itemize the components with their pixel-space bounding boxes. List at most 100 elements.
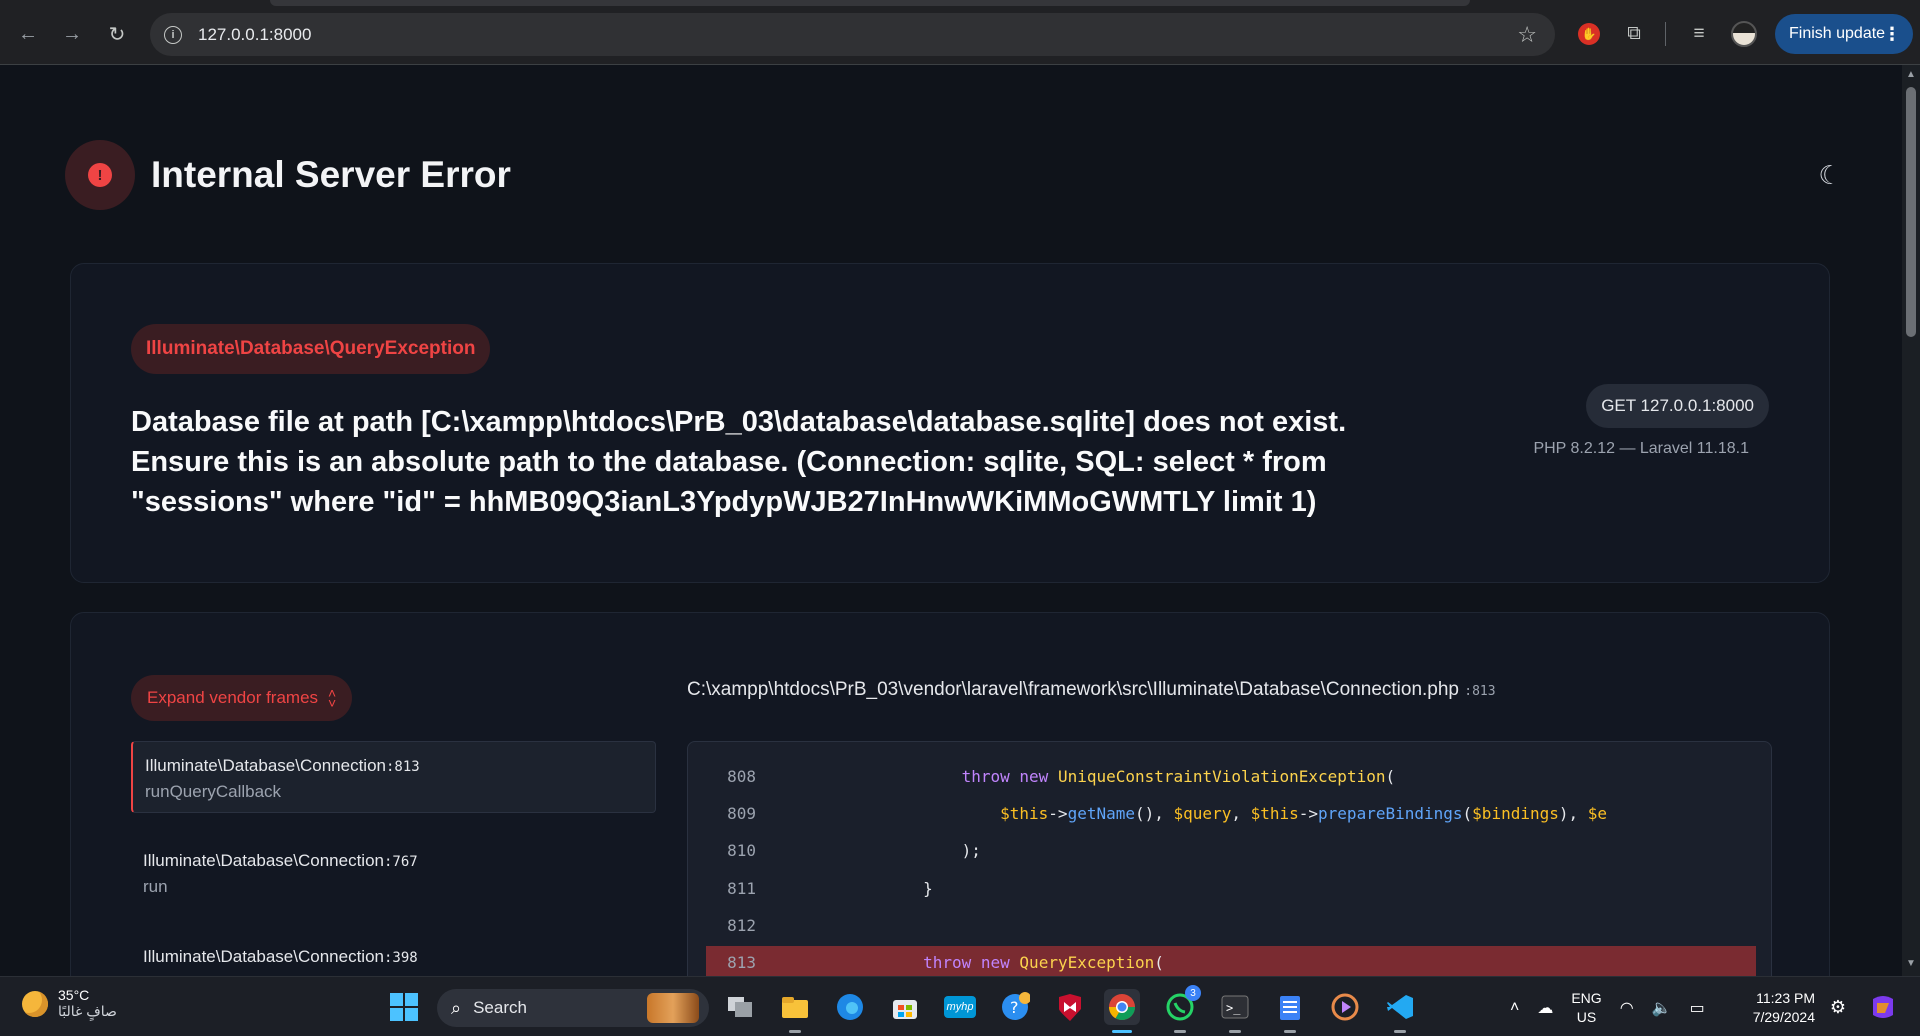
frame-class: Illuminate\Database\Connection (143, 947, 384, 966)
notepad-icon[interactable] (1272, 989, 1308, 1033)
code-line: 810 ); (706, 834, 1756, 866)
weather-widget[interactable]: 35°C صافٍ غالبًا (22, 987, 117, 1020)
frame-item[interactable]: Illuminate\Database\Connection:813 runQu… (131, 741, 656, 813)
terminal-icon[interactable]: >_ (1217, 989, 1253, 1033)
exception-class-badge[interactable]: Illuminate\Database\QueryException (131, 324, 491, 374)
code-line: 812 (706, 909, 1756, 941)
page-scrollbar[interactable]: ▲ ▼ (1902, 65, 1920, 976)
whatsapp-icon[interactable]: 3 (1162, 985, 1201, 1033)
code-text: $this->getName(), $query, $this->prepare… (1000, 803, 1608, 823)
extensions-puzzle-icon[interactable]: ⧉ (1620, 20, 1648, 48)
exception-message: Database file at path [C:\xampp\htdocs\P… (131, 406, 1347, 518)
chrome-icon[interactable] (1104, 989, 1140, 1033)
reload-icon[interactable]: ↻ (101, 18, 133, 50)
scrollbar-thumb[interactable] (1906, 87, 1916, 337)
line-number: 810 (727, 840, 756, 860)
weather-condition: صافٍ غالبًا (58, 1003, 117, 1019)
language-indicator[interactable]: ENG US (1571, 989, 1601, 1027)
frame-line: :813 (385, 759, 420, 775)
forward-icon[interactable]: → (56, 18, 88, 50)
moon-icon[interactable]: ☾ (1815, 160, 1845, 190)
weather-icon (22, 990, 48, 1017)
expand-vendor-label: Expand vendor frames (147, 688, 319, 707)
frame-class: Illuminate\Database\Connection (145, 756, 386, 775)
adblock-extension-icon[interactable]: ✋ (1575, 20, 1603, 48)
weather-temp: 35°C (58, 987, 90, 1003)
wifi-icon[interactable]: ◠ (1620, 998, 1634, 1018)
volume-icon[interactable]: 🔈 (1652, 998, 1672, 1018)
notification-badge: 3 (1185, 985, 1201, 1001)
back-icon[interactable]: ← (12, 18, 44, 50)
error-badge: ! (65, 140, 135, 210)
mcafee-icon[interactable] (1052, 989, 1088, 1025)
frame-item[interactable]: Illuminate\Database\Connection:767 run (131, 837, 656, 909)
file-line-number: :813 (1464, 684, 1496, 699)
site-info-icon[interactable]: i (164, 25, 182, 44)
taskbar-clock[interactable]: 11:23 PM 7/29/2024 (1745, 989, 1815, 1027)
code-line-highlighted: 813 throw new QueryException( (706, 946, 1756, 976)
show-hidden-icons-chevron-icon[interactable]: ˄ (1510, 999, 1519, 1017)
notifications-icon[interactable]: ⚙ (1820, 989, 1856, 1025)
frame-line: :398 (383, 950, 418, 966)
system-tray: ˄ ☁ ENG US ◠ 🔈 ▭ (1510, 989, 1705, 1027)
page-content: ! Internal Server Error ☾ Illuminate\Dat… (0, 65, 1902, 976)
line-number: 808 (727, 766, 756, 786)
line-number: 809 (727, 803, 756, 823)
more-menu-icon[interactable]: ⋮ (1883, 24, 1901, 45)
svg-text:?: ? (1010, 998, 1019, 1017)
help-app-icon[interactable]: ? (997, 989, 1033, 1025)
scroll-down-icon[interactable]: ▼ (1905, 958, 1917, 972)
search-label: Search (473, 998, 527, 1017)
address-bar[interactable]: i 127.0.0.1:8000 ☆ (150, 13, 1555, 56)
task-view-icon[interactable] (722, 989, 758, 1025)
error-header: ! Internal Server Error ☾ (65, 140, 1845, 210)
clock-date: 7/29/2024 (1752, 1009, 1815, 1025)
vscode-icon[interactable] (1382, 989, 1418, 1033)
frame-function: run (143, 877, 168, 896)
page-title: Internal Server Error (151, 154, 511, 195)
profile-avatar[interactable] (1730, 20, 1758, 48)
scroll-up-icon[interactable]: ▲ (1905, 69, 1917, 83)
taskbar-search[interactable]: ⌕ Search (437, 989, 709, 1027)
frame-item[interactable]: Illuminate\Database\Connection:398 selec… (131, 933, 656, 976)
myhp-icon[interactable]: myhp (942, 989, 978, 1025)
code-line: 811 } (706, 872, 1756, 904)
file-path-text: C:\xampp\htdocs\PrB_03\vendor\laravel\fr… (687, 679, 1459, 700)
stack-trace-card: Expand vendor frames ˄ ˅ Illuminate\Datab… (70, 612, 1830, 976)
frame-list: Illuminate\Database\Connection:813 runQu… (131, 741, 656, 976)
search-icon: ⌕ (451, 997, 462, 1018)
start-windows-icon[interactable] (386, 989, 422, 1025)
exception-card: Illuminate\Database\QueryException Datab… (70, 263, 1830, 583)
tab-strip (270, 0, 1470, 6)
code-text: } (846, 878, 933, 898)
code-snippet: 808 throw new UniqueConstraintViolationE… (687, 741, 1772, 976)
battery-icon[interactable]: ▭ (1690, 998, 1705, 1018)
chevron-up-down-icon: ˄ ˅ (328, 685, 337, 711)
expand-vendor-frames-button[interactable]: Expand vendor frames ˄ ˅ (131, 675, 353, 721)
line-number: 812 (727, 915, 756, 935)
code-text: throw new UniqueConstraintViolationExcep… (961, 766, 1396, 786)
line-number: 813 (727, 952, 756, 972)
bookmark-star-icon[interactable]: ☆ (1517, 22, 1537, 48)
alert-icon: ! (88, 163, 112, 187)
line-number: 811 (727, 878, 756, 898)
search-highlight-image (647, 993, 699, 1023)
url-text[interactable]: 127.0.0.1:8000 (198, 25, 311, 45)
clock-time: 11:23 PM (1756, 990, 1815, 1006)
file-explorer-icon[interactable] (777, 989, 813, 1033)
onedrive-cloud-icon[interactable]: ☁ (1537, 998, 1553, 1018)
frame-class: Illuminate\Database\Connection (143, 851, 384, 870)
code-line: 809 $this->getName(), $query, $this->pre… (706, 797, 1756, 829)
code-text: ); (846, 840, 981, 860)
finish-update-label: Finish update (1789, 25, 1886, 42)
microsoft-store-icon[interactable] (887, 989, 923, 1025)
windows-taskbar: 35°C صافٍ غالبًا ⌕ Search myhp ? 3 >_ ˄ … (0, 976, 1920, 1036)
reading-list-icon[interactable]: ≡ (1685, 20, 1713, 48)
source-file-path: C:\xampp\htdocs\PrB_03\vendor\laravel\fr… (687, 679, 1496, 701)
copilot-icon[interactable] (1865, 989, 1901, 1025)
media-player-icon[interactable] (1327, 989, 1363, 1025)
edge-browser-icon[interactable] (832, 989, 868, 1025)
finish-update-button[interactable]: Finish update ⋮ (1775, 14, 1913, 54)
lang-line1: ENG (1571, 990, 1602, 1006)
lang-line2: US (1576, 1009, 1597, 1025)
